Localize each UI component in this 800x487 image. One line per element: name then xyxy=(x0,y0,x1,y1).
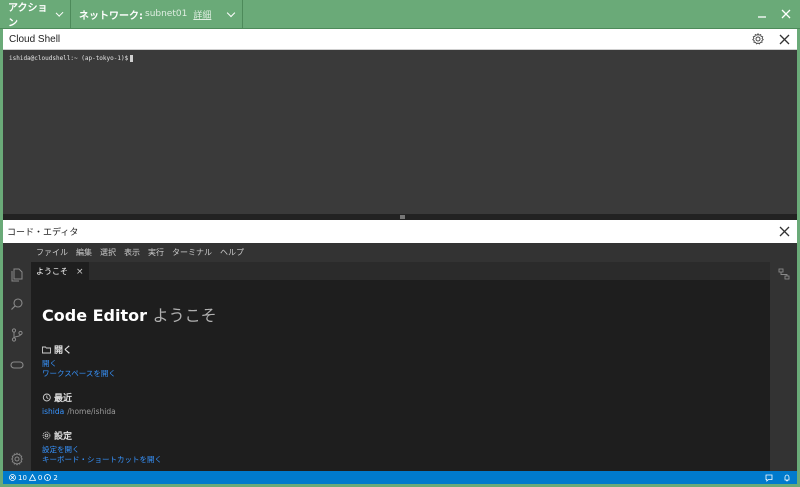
action-menu-button[interactable]: アクション xyxy=(0,0,71,29)
settings-section: 設定 設定を開く キーボード・ショートカットを開く xyxy=(42,429,162,465)
open-keyboard-shortcuts-link[interactable]: キーボード・ショートカットを開く xyxy=(42,455,162,465)
close-icon xyxy=(779,34,789,44)
close-code-editor-button[interactable] xyxy=(777,225,791,239)
code-editor-title: コード・エディタ xyxy=(7,228,79,238)
folder-icon xyxy=(42,346,51,353)
welcome-title-light: ようこそ xyxy=(152,306,217,325)
recent-section: 最近 ishida /home/ishida xyxy=(42,391,116,417)
warning-icon xyxy=(28,474,36,481)
settings-heading: 設定 xyxy=(42,429,162,442)
chevron-down-icon xyxy=(55,8,64,17)
gear-icon xyxy=(42,431,51,439)
recent-heading-label: 最近 xyxy=(54,393,73,404)
welcome-title: Code Editor ようこそ xyxy=(42,302,217,326)
menu-edit[interactable]: 編集 xyxy=(76,247,92,258)
warning-count: 0 xyxy=(37,473,43,482)
open-workspace-link[interactable]: ワークスペースを開く xyxy=(42,369,116,379)
history-icon xyxy=(42,393,51,401)
menu-file[interactable]: ファイル xyxy=(36,247,68,258)
right-sidebar xyxy=(770,262,797,471)
network-value: subnet01 xyxy=(145,9,188,19)
problems-indicator[interactable]: 10 0 2 xyxy=(9,474,58,482)
close-icon xyxy=(779,226,789,237)
code-editor-header: コード・エディタ xyxy=(3,220,797,243)
recent-item-path: /home/ishida xyxy=(67,407,116,416)
open-link[interactable]: 開く xyxy=(42,359,116,369)
settings-button[interactable] xyxy=(751,32,765,46)
open-section: 開く 開く ワークスペースを開く xyxy=(42,343,116,379)
info-count: 2 xyxy=(53,473,58,482)
menu-run[interactable]: 実行 xyxy=(148,247,164,258)
search-icon[interactable] xyxy=(10,297,24,311)
recent-heading: 最近 xyxy=(42,391,116,404)
settings-heading-label: 設定 xyxy=(54,431,73,442)
cloud-shell-header: Cloud Shell xyxy=(3,29,797,50)
action-menu-label: アクション xyxy=(8,3,48,29)
error-count: 10 xyxy=(18,473,27,482)
tab-close-icon[interactable]: × xyxy=(76,267,84,277)
terminal-prompt: ishida@cloudshell:~ (ap-tokyo-1)$ xyxy=(9,55,129,62)
cloud-shell-title: Cloud Shell xyxy=(9,33,61,45)
network-label: ネットワーク: xyxy=(79,10,143,22)
close-cloud-shell-button[interactable] xyxy=(777,32,791,46)
chevron-down-icon xyxy=(226,8,236,17)
welcome-title-bold: Code Editor xyxy=(42,306,148,325)
recent-item-name[interactable]: ishida xyxy=(42,407,64,417)
close-icon xyxy=(781,9,791,19)
terminal-prompt-line: ishida@cloudshell:~ (ap-tokyo-1)$ xyxy=(9,55,791,62)
source-control-icon[interactable] xyxy=(10,328,24,342)
terminal-area[interactable]: ishida@cloudshell:~ (ap-tokyo-1)$ xyxy=(3,50,797,214)
network-selector[interactable]: ネットワーク: subnet01 詳細 xyxy=(71,0,243,29)
welcome-page: Code Editor ようこそ 開く 開く ワークスペースを開く 最近 ish… xyxy=(31,280,770,471)
gear-icon xyxy=(752,33,764,45)
minimize-button[interactable] xyxy=(752,4,772,24)
remote-connection-icon[interactable] xyxy=(778,268,790,280)
menu-help[interactable]: ヘルプ xyxy=(220,247,244,258)
error-icon xyxy=(9,474,16,481)
network-details-link[interactable]: 詳細 xyxy=(193,8,211,21)
close-panel-button[interactable] xyxy=(776,4,796,24)
terminal-cursor xyxy=(130,55,134,62)
tab-welcome-label: ようこそ xyxy=(36,267,68,276)
editor-menubar: ファイル 編集 選択 表示 実行 ターミナル ヘルプ xyxy=(3,243,797,262)
open-settings-link[interactable]: 設定を開く xyxy=(42,445,162,455)
feedback-icon[interactable] xyxy=(765,474,773,482)
menu-view[interactable]: 表示 xyxy=(124,247,140,258)
open-heading: 開く xyxy=(42,343,116,356)
status-bar: 10 0 2 xyxy=(3,471,797,484)
bell-icon[interactable] xyxy=(783,474,791,482)
app-root: アクション ネットワーク: subnet01 詳細 Cloud Shell is… xyxy=(0,0,800,487)
remote-explorer-icon[interactable] xyxy=(10,358,24,372)
tab-welcome[interactable]: ようこそ × xyxy=(31,262,89,280)
top-toolbar: アクション ネットワーク: subnet01 詳細 xyxy=(0,0,800,29)
info-icon xyxy=(44,474,52,481)
minimize-icon xyxy=(758,16,766,18)
gear-icon[interactable] xyxy=(10,452,24,466)
splitter-handle[interactable] xyxy=(400,215,405,219)
activity-bar xyxy=(3,262,31,471)
explorer-icon[interactable] xyxy=(10,268,24,282)
menu-selection[interactable]: 選択 xyxy=(100,247,116,258)
editor-tab-bar: ようこそ × xyxy=(31,262,770,280)
open-heading-label: 開く xyxy=(54,345,73,356)
recent-item[interactable]: ishida /home/ishida xyxy=(42,407,116,417)
menu-terminal[interactable]: ターミナル xyxy=(172,247,212,258)
